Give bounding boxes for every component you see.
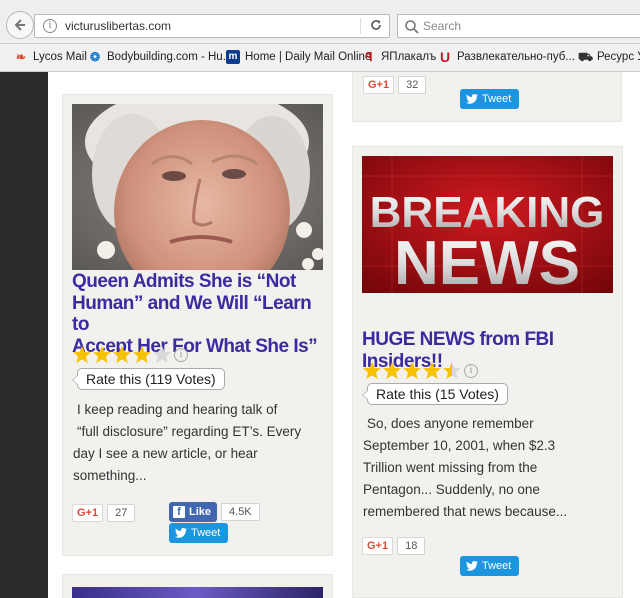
article-image-queen[interactable]	[72, 104, 323, 270]
queen-portrait-image	[72, 104, 323, 270]
url-text: victuruslibertas.com	[65, 19, 172, 33]
yaplakal-icon: ꟼ	[365, 50, 373, 64]
bookmark-label: Развлекательно-пуб...	[457, 51, 575, 63]
excerpt-line: day I see a new article, or hear	[73, 446, 258, 461]
bookmarks-bar: ❧ Lycos Mail ❂ Bodybuilding.com - Hu... …	[0, 44, 640, 72]
like-count: 4.5K	[221, 503, 260, 521]
reload-icon[interactable]	[367, 18, 385, 36]
bookmark-label: Ресурс У	[597, 51, 640, 63]
bookmark-bodybuilding[interactable]: ❂ Bodybuilding.com - Hu...	[88, 50, 232, 64]
excerpt-line: September 10, 2001, when $2.3	[363, 438, 556, 453]
excerpt-line: I keep reading and hearing talk of	[77, 402, 278, 417]
tweet-button[interactable]: Tweet	[169, 523, 229, 543]
excerpt-line: So, does anyone remember	[367, 416, 534, 431]
rating-stars-queen[interactable]: i	[72, 345, 188, 365]
search-placeholder: Search	[423, 19, 462, 33]
rating-star-icon[interactable]	[402, 361, 422, 381]
bookmark-yaplakal[interactable]: ꟼ ЯПлакалъ	[362, 50, 436, 64]
back-button[interactable]	[6, 11, 34, 39]
article-image-breaking-news[interactable]: BREAKING NEWS	[362, 156, 613, 293]
back-arrow-icon	[14, 19, 25, 31]
rating-star-icon[interactable]	[382, 361, 402, 381]
rating-star-icon[interactable]	[442, 361, 462, 381]
bookmark-resource[interactable]: ⛟ Ресурс У	[578, 50, 640, 64]
lycos-icon: ❧	[15, 50, 27, 64]
article-excerpt-fbi: So, does anyone remember September 10, 2…	[363, 413, 618, 523]
article-excerpt-queen: I keep reading and hearing talk of “full…	[73, 399, 328, 487]
browser-navbar: i victuruslibertas.com Search	[0, 0, 640, 44]
rating-star-icon[interactable]	[152, 345, 172, 365]
rating-star-icon[interactable]	[132, 345, 152, 365]
gplus-button[interactable]: G+1	[363, 76, 395, 94]
article-card-fbi: BREAKING NEWS HUGE NEWS from FBI Insider…	[352, 146, 623, 598]
bookmark-lycos-mail[interactable]: ❧ Lycos Mail	[14, 50, 87, 64]
tweet-label: Tweet	[482, 560, 512, 572]
title-line: Human” and We Will “Learn to	[72, 292, 312, 336]
bookmark-label: ЯПлакалъ	[381, 51, 437, 63]
gplus-count: 18	[397, 537, 426, 555]
bookmark-label: Lycos Mail	[33, 51, 87, 63]
facebook-like[interactable]: f Like 4.5K	[169, 502, 260, 522]
tweet-button[interactable]: Tweet	[460, 556, 520, 576]
url-bar[interactable]: i victuruslibertas.com	[34, 14, 390, 38]
page-content: G+1 32 Tweet Queen Admits She is “Not Hu…	[48, 72, 640, 598]
rating-star-icon[interactable]	[112, 345, 132, 365]
bookmark-label: Home | Daily Mail Online	[245, 51, 372, 63]
tweet-label: Tweet	[482, 93, 512, 105]
facebook-icon: f	[173, 506, 185, 518]
excerpt-line: “full disclosure” regarding ET’s. Every	[77, 424, 302, 439]
rating-star-icon[interactable]	[422, 361, 442, 381]
rating-star-icon[interactable]	[72, 345, 92, 365]
tweet-button[interactable]: Tweet	[460, 89, 520, 109]
tweet-label: Tweet	[191, 527, 221, 539]
facebook-like-button[interactable]: f Like	[169, 502, 218, 522]
resource-icon: ⛟	[578, 50, 594, 64]
bookmark-daily-mail[interactable]: m Home | Daily Mail Online	[226, 50, 371, 64]
twitter-bird-icon	[466, 561, 478, 571]
twitter-bird-icon	[466, 94, 478, 104]
daily-mail-icon: m	[226, 50, 240, 64]
excerpt-line: remembered that news because...	[363, 504, 568, 519]
article-image-next[interactable]	[72, 587, 323, 598]
title-line: Queen Admits She is “Not	[72, 271, 296, 292]
rating-info-icon[interactable]: i	[464, 364, 478, 378]
excerpt-line: Pentagon... Suddenly, no one	[363, 482, 540, 497]
bookmark-label: Bodybuilding.com - Hu...	[107, 51, 233, 63]
gplus-count: 32	[398, 76, 427, 94]
bookmark-entertainment[interactable]: U Развлекательно-пуб...	[438, 50, 575, 64]
news-text: NEWS	[394, 229, 580, 293]
article-card-top: G+1 32 Tweet	[352, 72, 622, 122]
like-label: Like	[189, 506, 212, 518]
rating-star-icon[interactable]	[92, 345, 112, 365]
url-separator	[360, 18, 361, 34]
gplus-share[interactable]: G+1 18	[362, 537, 426, 555]
info-icon[interactable]: i	[43, 19, 57, 33]
rating-stars-fbi[interactable]: i	[362, 361, 478, 381]
u-logo-icon: U	[439, 49, 451, 65]
gplus-button[interactable]: G+1	[72, 504, 104, 522]
gplus-button[interactable]: G+1	[362, 537, 394, 555]
bodybuilding-icon: ❂	[89, 50, 101, 64]
gplus-count: 27	[107, 504, 136, 522]
search-icon	[405, 20, 419, 34]
gplus-share[interactable]: G+1 27	[72, 504, 136, 522]
excerpt-line: something...	[73, 468, 147, 483]
twitter-bird-icon	[175, 528, 187, 538]
rate-this-tooltip: Rate this (15 Votes)	[362, 383, 508, 405]
breaking-news-image: BREAKING NEWS	[362, 156, 613, 293]
rating-info-icon[interactable]: i	[174, 348, 188, 362]
search-bar[interactable]: Search	[397, 14, 640, 38]
rate-this-tooltip: Rate this (119 Votes)	[72, 368, 225, 390]
article-card-queen: Queen Admits She is “Not Human” and We W…	[62, 94, 333, 556]
article-card-next	[62, 574, 333, 598]
rating-star-icon[interactable]	[362, 361, 382, 381]
gplus-share[interactable]: G+1 32	[363, 76, 427, 94]
excerpt-line: Trillion went missing from the	[363, 460, 538, 475]
